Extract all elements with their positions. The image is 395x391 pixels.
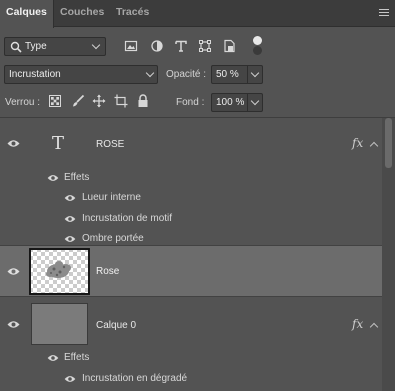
eye-icon[interactable] — [47, 174, 59, 182]
layer-name[interactable]: Rose — [96, 266, 119, 277]
fx-icon[interactable]: fx — [352, 136, 363, 150]
panel-menu-icon[interactable] — [379, 9, 389, 17]
smart-object-filter-icon[interactable] — [222, 39, 236, 53]
eye-icon[interactable] — [64, 375, 76, 383]
effects-label: Effets — [64, 172, 90, 183]
tab-layers[interactable]: Calques — [0, 0, 54, 28]
fill-input[interactable]: 100 % — [211, 93, 263, 112]
eye-icon[interactable] — [47, 354, 59, 362]
fill-value: 100 % — [216, 97, 245, 108]
fill-label: Fond : — [176, 97, 205, 108]
lock-all-icon[interactable] — [137, 94, 149, 108]
fx-icon[interactable]: fx — [352, 317, 363, 331]
eye-icon[interactable] — [7, 267, 20, 276]
lock-transparent-pixels-icon[interactable] — [49, 95, 61, 107]
layer-thumbnail — [31, 303, 88, 345]
chevron-down-icon[interactable] — [250, 96, 260, 106]
effect-drop-shadow[interactable]: Ombre portée — [82, 233, 144, 244]
opacity-value: 50 % — [216, 69, 239, 80]
eye-icon[interactable] — [64, 235, 76, 243]
blend-mode-select[interactable]: Incrustation — [4, 65, 158, 84]
shape-filter-icon[interactable] — [198, 39, 212, 53]
chevron-down-icon — [91, 40, 101, 50]
opacity-label: Opacité : — [166, 69, 207, 80]
chevron-down-icon — [145, 68, 155, 78]
eye-icon[interactable] — [7, 320, 20, 329]
panel-tab-bar: Calques Couches Tracés — [0, 0, 395, 28]
lock-position-icon[interactable] — [92, 94, 106, 108]
eye-icon[interactable] — [64, 215, 76, 223]
chevron-up-icon[interactable] — [369, 322, 379, 332]
tab-paths[interactable]: Tracés — [110, 0, 155, 27]
scrollbar-thumb[interactable] — [385, 118, 392, 168]
effect-gradient-overlay[interactable]: Incrustation en dégradé — [82, 373, 187, 384]
layer-thumbnail — [29, 248, 90, 295]
lock-artboard-icon[interactable] — [114, 94, 128, 108]
search-icon — [10, 41, 22, 53]
image-filter-icon[interactable] — [124, 39, 138, 53]
effect-pattern-overlay[interactable]: Incrustation de motif — [82, 213, 172, 224]
lock-image-pixels-icon[interactable] — [71, 94, 85, 108]
chevron-up-icon[interactable] — [369, 141, 379, 151]
effects-label: Effets — [64, 352, 90, 363]
layers-scrollbar[interactable] — [382, 118, 395, 391]
effect-inner-glow[interactable]: Lueur interne — [82, 192, 141, 203]
blend-mode-value: Incrustation — [9, 69, 61, 80]
eye-icon[interactable] — [7, 139, 20, 148]
layer-name[interactable]: Calque 0 — [96, 320, 136, 331]
layer-row-rose-pixel[interactable]: Rose — [0, 246, 382, 296]
lock-label: Verrou : — [5, 97, 41, 108]
tab-channels[interactable]: Couches — [54, 0, 110, 27]
text-layer-thumbnail: T — [52, 133, 65, 154]
layer-row-rose-text[interactable]: T ROSE fx Effets Lueur interne Incrustat… — [0, 118, 382, 245]
layer-row-calque-0[interactable]: Calque 0 fx Effets Incrustation en dégra… — [0, 297, 382, 391]
text-filter-icon[interactable] — [174, 39, 188, 53]
layer-name[interactable]: ROSE — [96, 139, 124, 150]
filter-kind-label: Type — [25, 41, 47, 52]
adjustment-filter-icon[interactable] — [150, 39, 164, 53]
filter-toggle[interactable] — [253, 36, 262, 56]
eye-icon[interactable] — [64, 194, 76, 202]
chevron-down-icon[interactable] — [250, 68, 260, 78]
filter-kind-select[interactable]: Type — [4, 37, 106, 56]
opacity-input[interactable]: 50 % — [211, 65, 263, 84]
